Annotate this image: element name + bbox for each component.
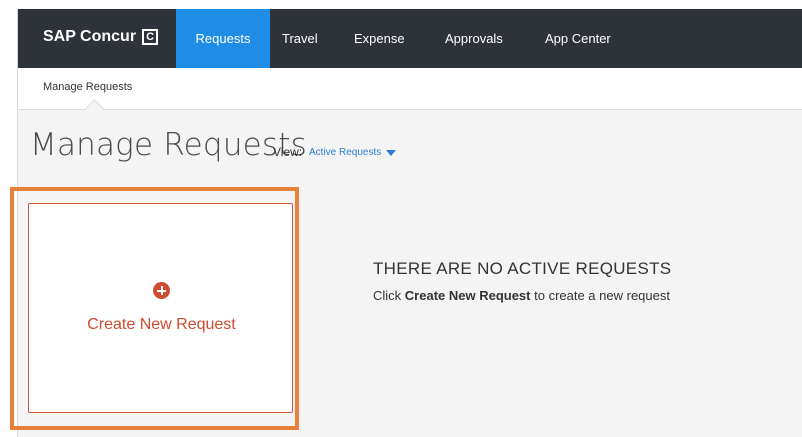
- view-dropdown[interactable]: Active Requests: [309, 147, 397, 158]
- brand-name: SAP Concur: [43, 28, 137, 45]
- view-dropdown-value: Active Requests: [309, 147, 382, 158]
- empty-state-text-prefix: Click: [373, 288, 405, 303]
- nav-tab-approvals[interactable]: Approvals: [445, 9, 503, 68]
- nav-tab-label: Expense: [354, 31, 405, 46]
- sap-concur-logo[interactable]: SAP Concur C: [43, 28, 159, 46]
- sub-navigation-bar: Manage Requests: [18, 68, 802, 110]
- nav-tab-label: App Center: [545, 31, 611, 46]
- empty-state-text-bold: Create New Request: [404, 288, 531, 303]
- nav-tab-label: Requests: [195, 31, 251, 46]
- empty-state-text-suffix: to create a new request: [530, 288, 670, 303]
- nav-tab-app-center[interactable]: App Center: [545, 9, 611, 68]
- empty-state-title: THERE ARE NO ACTIVE REQUESTS: [373, 259, 672, 278]
- concur-logo-icon: C: [142, 29, 159, 45]
- nav-tab-label: Travel: [282, 31, 318, 46]
- app-frame: SAP Concur C Requests Travel Expense App…: [10, 9, 802, 437]
- nav-tab-label: Approvals: [445, 31, 503, 46]
- nav-tab-requests[interactable]: Requests: [176, 9, 270, 68]
- subnav-item-manage-requests[interactable]: Manage Requests: [43, 81, 132, 93]
- caret-down-icon: [386, 149, 397, 156]
- top-navigation-bar: SAP Concur C Requests Travel Expense App…: [18, 9, 802, 68]
- create-new-request-label: Create New Request: [87, 316, 236, 333]
- empty-state-text: Click Create New Request to create a new…: [373, 288, 670, 303]
- create-new-request-button[interactable]: Create New Request: [28, 203, 293, 413]
- plus-circle-icon: [153, 282, 170, 299]
- page-title: Manage Requests: [30, 127, 307, 163]
- nav-tab-expense[interactable]: Expense: [354, 9, 405, 68]
- nav-tab-travel[interactable]: Travel: [282, 9, 318, 68]
- view-label: View:: [273, 145, 303, 159]
